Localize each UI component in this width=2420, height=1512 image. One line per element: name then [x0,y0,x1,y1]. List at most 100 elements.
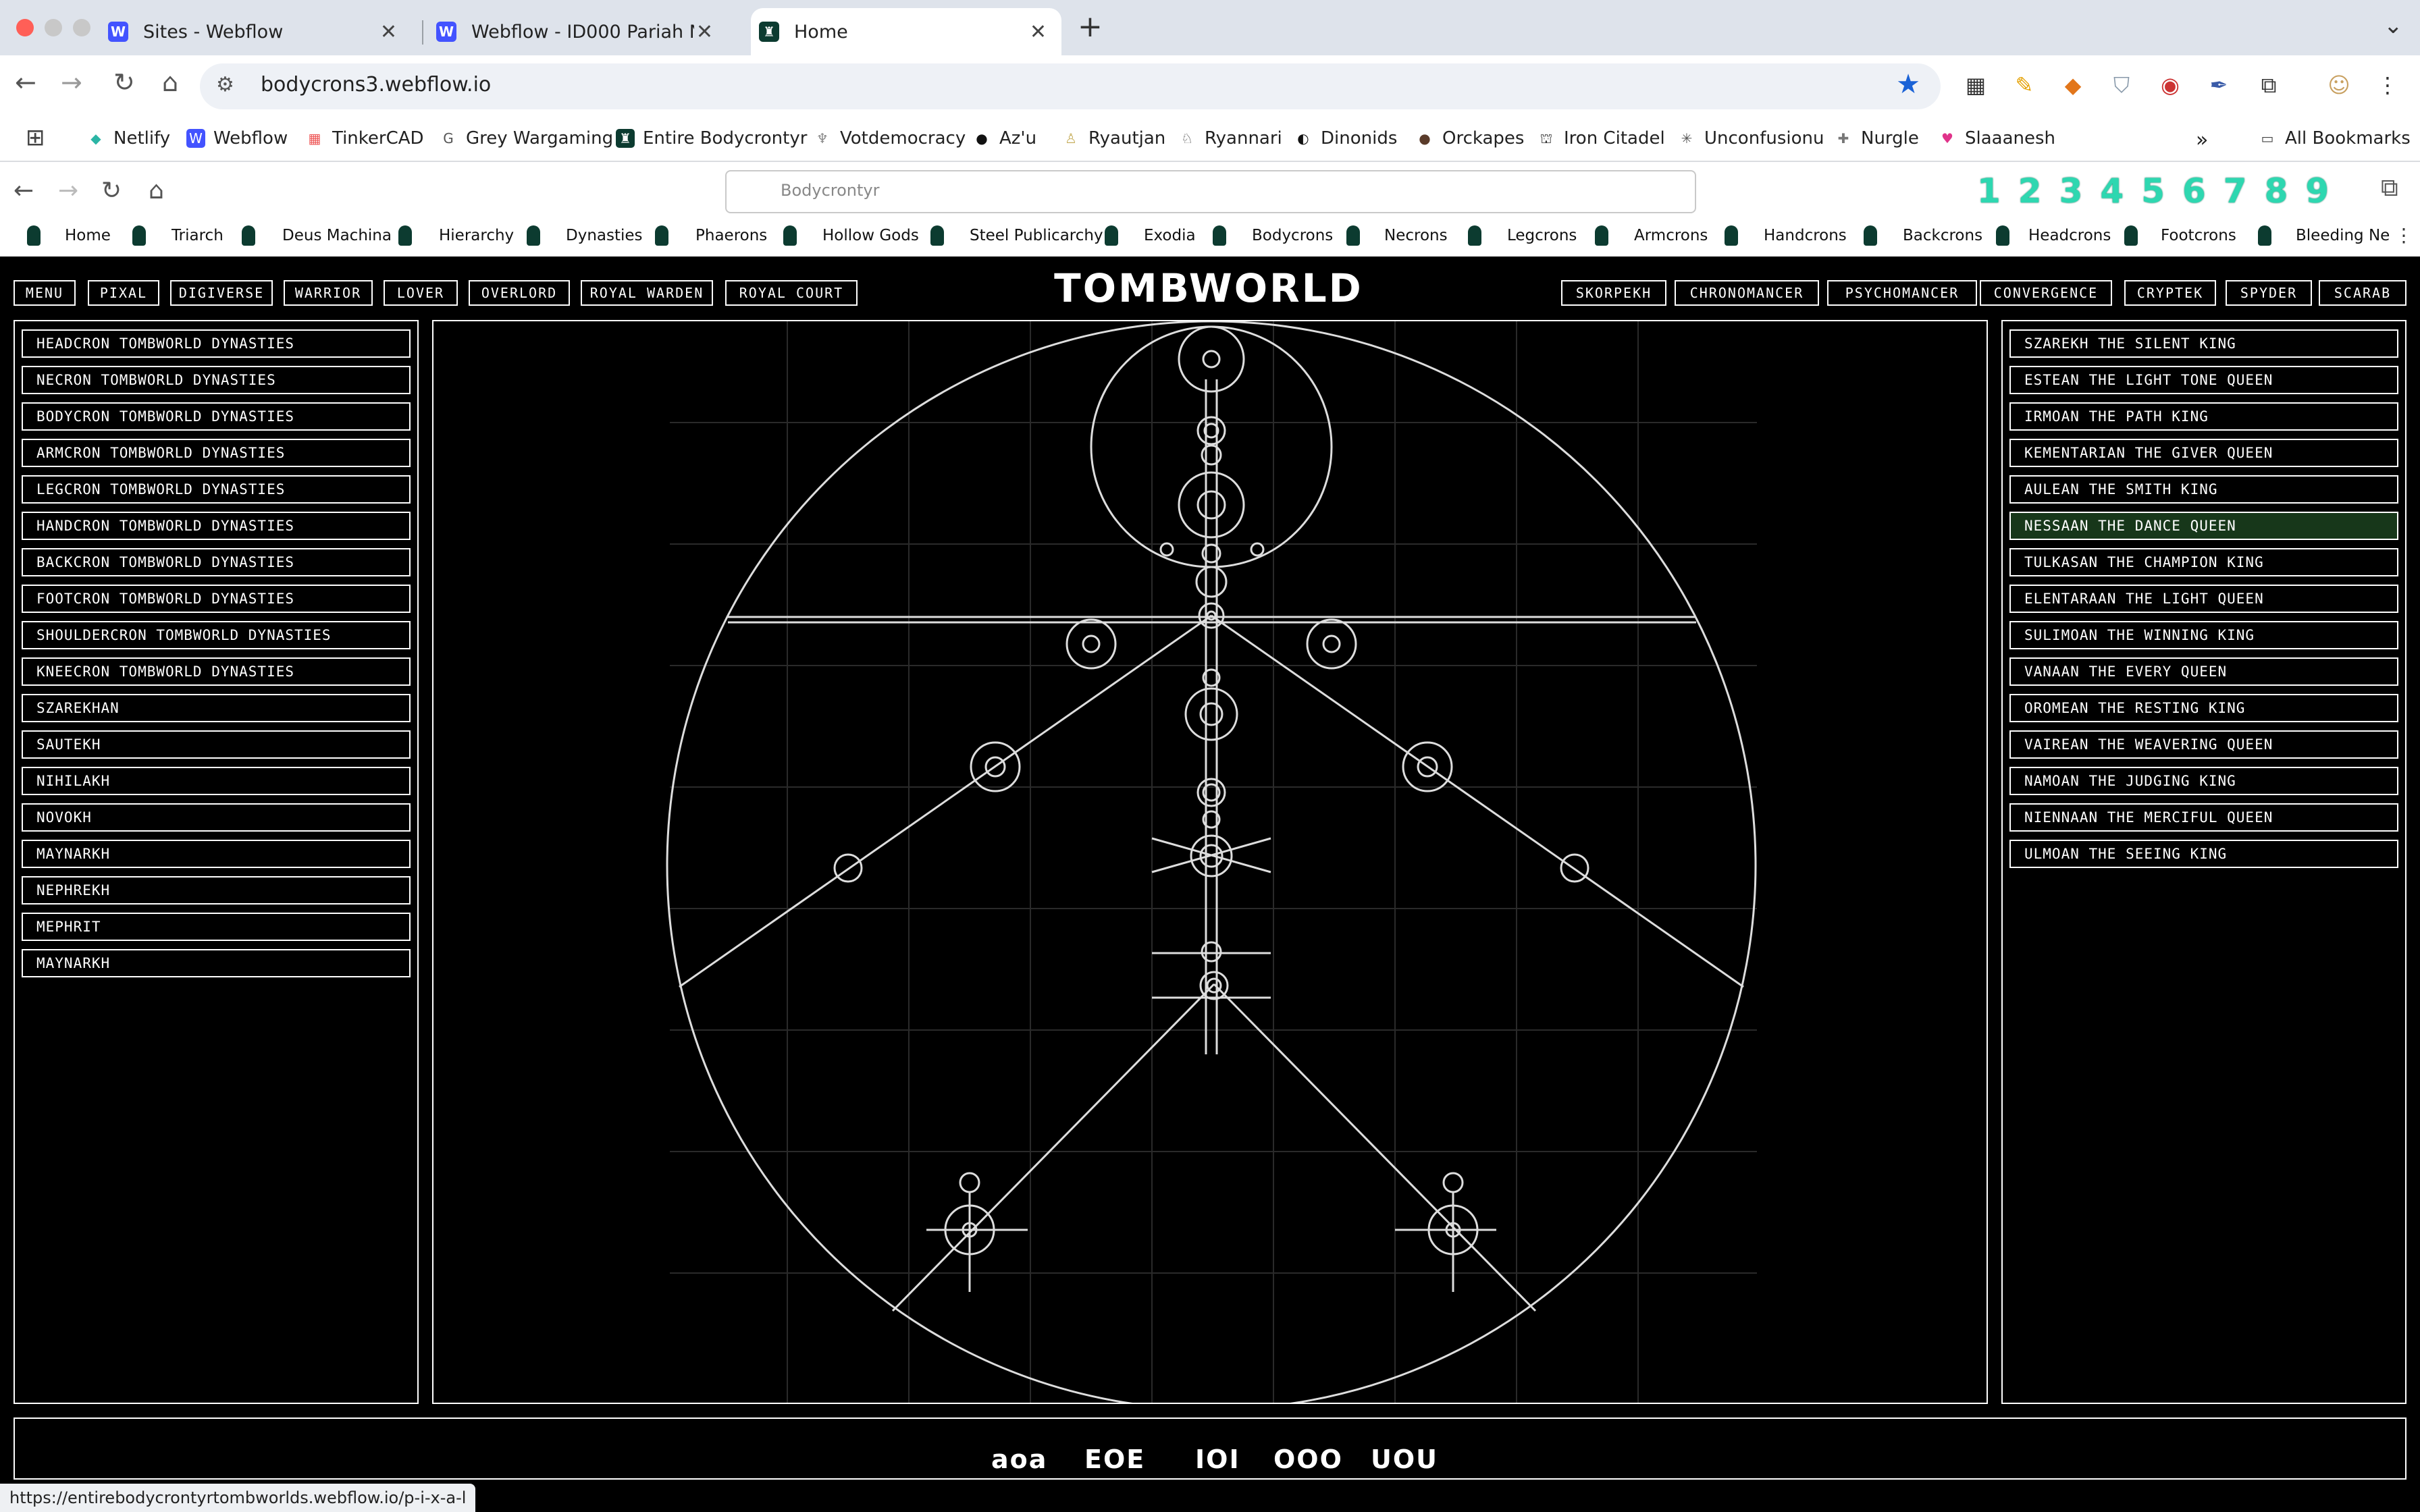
site-bookmark-hierarchy[interactable]: Hierarchy [439,227,514,244]
close-tab-icon[interactable]: ✕ [1030,20,1047,44]
footer-link-ioi[interactable]: IOI [1195,1444,1240,1474]
site-bookmark-deus-machina[interactable]: Deus Machina [282,227,392,244]
list-item[interactable]: Elentaraan the Light Queen [2009,585,2398,613]
list-item[interactable]: Maynarkh [22,840,411,868]
nav-lover-button[interactable]: Lover [384,280,458,306]
list-item[interactable]: Handcron Tombworld Dynasties [22,512,411,540]
list-item-selected[interactable]: Nessaan the Dance Queen [2009,512,2398,540]
nav-cryptek-button[interactable]: Cryptek [2124,280,2216,306]
list-item[interactable]: Novokh [22,803,411,832]
forward-arrow-icon[interactable]: → [58,177,78,205]
reload-icon[interactable]: ↻ [113,68,135,97]
bookmark-webflow[interactable]: W Webflow [186,128,288,148]
shield-icon[interactable]: ⛉ [2108,72,2135,99]
site-bookmark-footcrons[interactable]: Footcrons [2161,227,2236,244]
nav-pixal-button[interactable]: Pixal [88,280,159,306]
list-item[interactable]: Mephrit [22,913,411,941]
footer-link-eoe[interactable]: EOE [1084,1444,1145,1474]
bookmark-ryautjan[interactable]: ♙ Ryautjan [1061,128,1165,148]
number-link-1[interactable]: 1 [1977,173,2001,209]
number-link-6[interactable]: 6 [2182,173,2206,209]
site-bookmark-bleeding-necr[interactable]: Bleeding Necr [2296,227,2390,244]
site-search-input[interactable]: Bodycrontyr [725,170,1696,213]
bookmark-nurgle[interactable]: ✚ Nurgle [1834,128,1919,148]
bookmark-star-icon[interactable]: ★ [1896,69,1920,100]
close-window-button[interactable] [16,19,34,36]
site-bookmark-dynasties[interactable]: Dynasties [566,227,643,244]
list-item[interactable]: Bodycron Tombworld Dynasties [22,402,411,431]
list-item[interactable]: Headcron Tombworld Dynasties [22,329,411,358]
qr-extension-icon[interactable]: ▦ [1962,72,1989,99]
site-bookmark-triarch[interactable]: Triarch [172,227,223,244]
bookmark-entire-bodycrontyr[interactable]: ♜ Entire Bodycrontyr [616,128,807,148]
site-bookmark-hollow-gods[interactable]: Hollow Gods [822,227,919,244]
list-item[interactable]: Backcron Tombworld Dynasties [22,548,411,576]
nav-psychomancer-button[interactable]: Psychomancer [1827,280,1977,306]
nav-menu-button[interactable]: Menu [14,280,76,306]
list-item[interactable]: Vairean the Weavering Queen [2009,730,2398,759]
list-item[interactable]: Legcron Tombworld Dynasties [22,475,411,504]
list-item[interactable]: Sulimoan the Winning King [2009,621,2398,649]
browser-tab-webflow[interactable]: W Webflow - ID000 Pariah Nexu ✕ [436,8,728,55]
bookmark-dinonids[interactable]: ◐ Dinonids [1294,128,1397,148]
number-link-7[interactable]: 7 [2224,173,2247,209]
nav-spyder-button[interactable]: Spyder [2226,280,2312,306]
bookmark-iron-citadel[interactable]: ⛫ Iron Citadel [1537,128,1665,148]
nav-digiverse-button[interactable]: Digiverse [170,280,273,306]
close-tab-icon[interactable]: ✕ [380,20,397,44]
minimize-window-button[interactable] [45,19,62,36]
puzzle-extensions-icon[interactable]: ⧉ [2255,72,2282,99]
nav-convergence-button[interactable]: Convergence [1980,280,2112,306]
home-icon[interactable]: ⌂ [162,68,178,97]
site-bookmark-handcrons[interactable]: Handcrons [1764,227,1847,244]
tab-search-chevron-icon[interactable]: ⌄ [2384,12,2403,39]
site-bookmark-backcrons[interactable]: Backcrons [1903,227,1982,244]
list-item[interactable]: Tulkasan the Champion King [2009,548,2398,576]
apps-grid-icon[interactable]: ⊞ [26,124,45,151]
site-bookmark-legcrons[interactable]: Legcrons [1507,227,1577,244]
pen-icon[interactable]: ✒ [2205,72,2232,99]
nav-royal-court-button[interactable]: Royal Court [725,280,858,306]
profile-avatar-icon[interactable]: ☺ [2325,72,2352,99]
bookmark-votdemocracy[interactable]: ♆ Votdemocracy [813,128,966,148]
site-bookmark-phaerons[interactable]: Phaerons [695,227,767,244]
bookmark-grey-wargaming[interactable]: G Grey Wargaming [439,128,613,148]
nav-skorpekh-button[interactable]: Skorpekh [1561,280,1666,306]
number-link-2[interactable]: 2 [2018,173,2042,209]
list-item[interactable]: Niennaan the Merciful Queen [2009,803,2398,832]
number-link-5[interactable]: 5 [2141,173,2165,209]
list-item[interactable]: Ulmoan the Seeing King [2009,840,2398,868]
site-bookmark-necrons[interactable]: Necrons [1384,227,1448,244]
new-tab-button[interactable]: + [1078,9,1103,44]
site-bookmark-headcrons[interactable]: Headcrons [2028,227,2111,244]
list-item[interactable]: Footcron Tombworld Dynasties [22,585,411,613]
list-item[interactable]: Szarekh the Silent King [2009,329,2398,358]
nav-chronomancer-button[interactable]: Chronomancer [1675,280,1819,306]
site-bookmark-home[interactable]: Home [65,227,111,244]
all-bookmarks-folder[interactable]: ▭ All Bookmarks [2258,128,2411,148]
number-link-9[interactable]: 9 [2305,173,2329,209]
bookmark-ryannari[interactable]: ♘ Ryannari [1178,128,1282,148]
back-arrow-icon[interactable]: ← [15,68,36,97]
bookmark-orckapes[interactable]: ● Orckapes [1415,128,1524,148]
home-icon[interactable]: ⌂ [149,177,164,205]
footer-link-uou[interactable]: UOU [1371,1444,1438,1474]
list-item[interactable]: Aulean the Smith King [2009,475,2398,504]
list-item[interactable]: Sautekh [22,730,411,759]
browser-tab-home[interactable]: ♜ Home ✕ [751,8,1061,55]
site-bookmarks-more-icon[interactable]: ⋮ [2394,224,2413,246]
nav-scarab-button[interactable]: Scarab [2319,280,2406,306]
nav-warrior-button[interactable]: Warrior [284,280,373,306]
close-tab-icon[interactable]: ✕ [696,20,713,44]
extensions-icon[interactable]: ⧉ [2381,174,2398,202]
list-item[interactable]: Armcron Tombworld Dynasties [22,439,411,467]
list-item[interactable]: Vanaan the Every Queen [2009,657,2398,686]
site-info-icon[interactable]: ⚙ [216,73,243,100]
browser-tab-sites[interactable]: W Sites - Webflow ✕ [108,8,412,55]
nav-overlord-button[interactable]: Overlord [469,280,570,306]
site-bookmark-bodycrons[interactable]: Bodycrons [1252,227,1333,244]
extension-icon[interactable]: ✎ [2011,72,2038,99]
list-item[interactable]: Szarekhan [22,694,411,722]
number-link-8[interactable]: 8 [2265,173,2288,209]
bookmark-tinkercad[interactable]: ▦ TinkerCAD [305,128,424,148]
